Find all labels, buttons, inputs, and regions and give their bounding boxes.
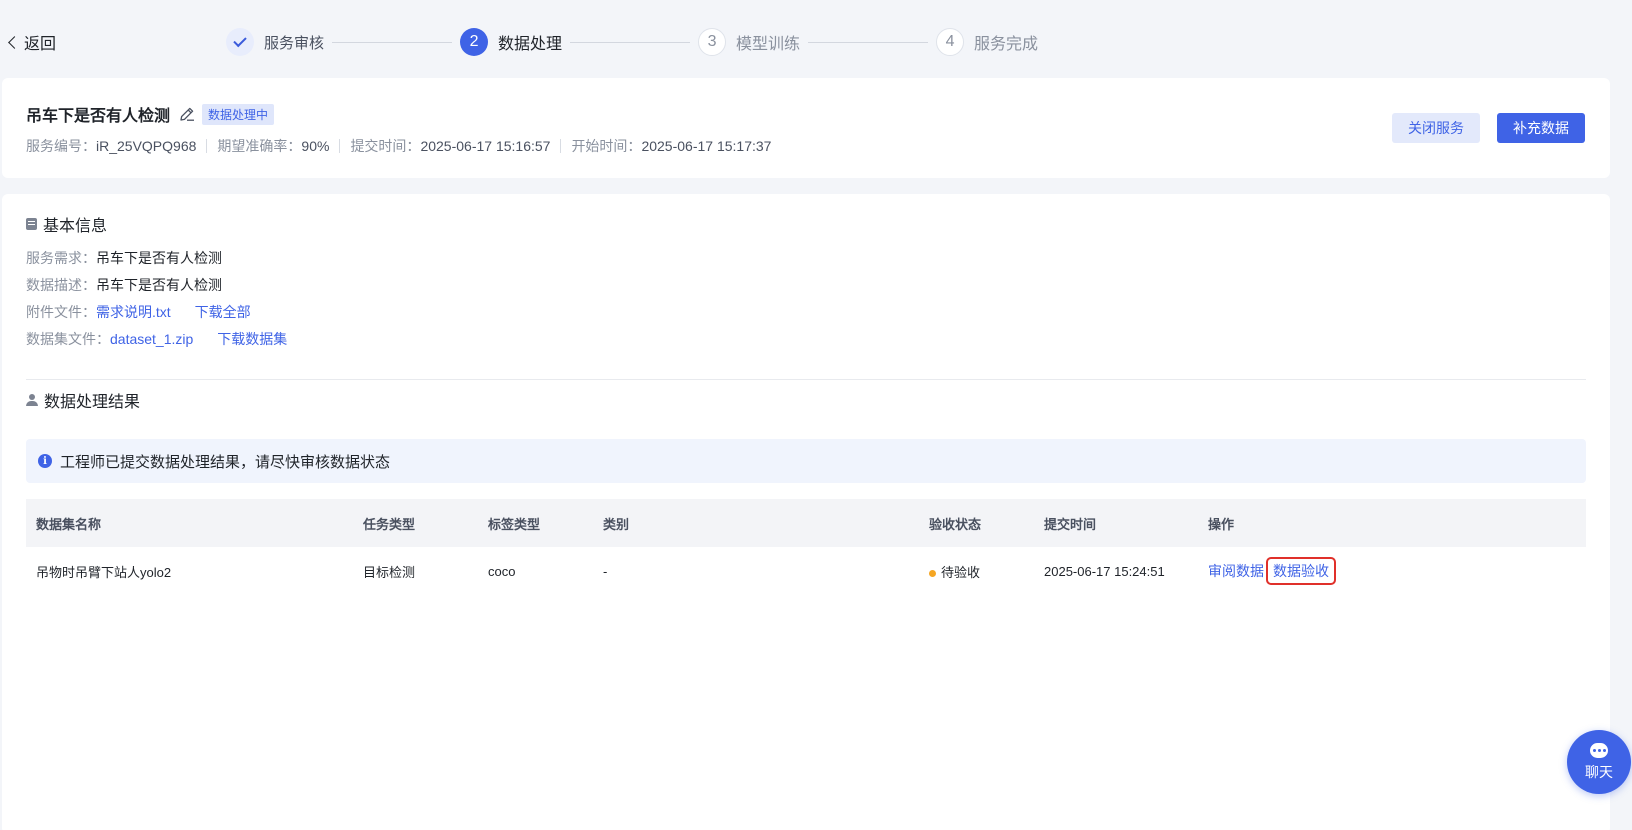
- result-heading: 数据处理结果: [26, 388, 140, 412]
- meta-start-time: 开始时间：2025-06-17 15:17:37: [571, 138, 772, 154]
- step-done-circle: [226, 28, 254, 56]
- step-number: 3: [698, 28, 727, 56]
- alert-text: 工程师已提交数据处理结果，请尽快审核数据状态: [60, 453, 391, 471]
- step-data-processing: 2 数据处理: [460, 28, 562, 56]
- step-connector: [332, 41, 453, 43]
- meta-accuracy: 期望准确率：90%: [217, 138, 330, 154]
- table-row: 吊物时吊臂下站人yolo2 目标检测 coco - 待验收 2025-06-17…: [26, 547, 1586, 595]
- meta-divider: [339, 139, 341, 153]
- title-row: 吊车下是否有人检测 数据处理中: [26, 102, 275, 126]
- dataset-row: 数据集文件： dataset_1.zip 下载数据集: [26, 329, 288, 349]
- pending-status-dot: [929, 569, 936, 577]
- service-requirement-row: 服务需求： 吊车下是否有人检测: [26, 250, 222, 266]
- attachment-file-link[interactable]: 需求说明.txt: [96, 302, 171, 322]
- chat-button[interactable]: 聊天: [1567, 730, 1631, 794]
- review-data-link[interactable]: 审阅数据: [1208, 561, 1264, 581]
- service-header-card: 吊车下是否有人检测 数据处理中 服务编号：iR_25VQPQ968 期望准确率：…: [2, 78, 1610, 178]
- chat-icon: [1590, 742, 1608, 758]
- step-label: 服务完成: [974, 36, 1039, 53]
- cell-category: -: [603, 563, 608, 579]
- attachment-row: 附件文件： 需求说明.txt 下载全部: [26, 302, 251, 322]
- basic-info-heading: 基本信息: [26, 212, 107, 236]
- progress-steps: 服务审核 2 数据处理 3 模型训练 4 服务完成: [226, 28, 1038, 56]
- service-title: 吊车下是否有人检测: [26, 108, 171, 125]
- info-icon: i: [38, 454, 52, 468]
- accept-data-link[interactable]: 数据验收: [1266, 557, 1336, 585]
- check-icon: [233, 33, 247, 48]
- data-description-row: 数据描述： 吊车下是否有人检测: [26, 277, 222, 293]
- meta-submit-time: 提交时间：2025-06-17 15:16:57: [350, 138, 551, 154]
- table-header: 数据集名称 任务类型 标签类型 类别 验收状态 提交时间 操作: [26, 499, 1586, 547]
- step-review: 服务审核: [226, 28, 324, 56]
- chat-label: 聊天: [1585, 763, 1613, 780]
- add-data-button[interactable]: 补充数据: [1497, 113, 1585, 143]
- step-number: 4: [936, 28, 965, 56]
- document-icon: [26, 218, 37, 230]
- download-all-link[interactable]: 下载全部: [195, 302, 251, 322]
- cell-task-type: 目标检测: [363, 564, 416, 580]
- cell-label-type: coco: [488, 563, 516, 579]
- column-header: 任务类型: [363, 516, 416, 532]
- column-header: 提交时间: [1044, 516, 1097, 532]
- download-dataset-link[interactable]: 下载数据集: [217, 329, 287, 349]
- cell-status: 待验收: [929, 562, 980, 581]
- step-service-complete: 4 服务完成: [936, 28, 1038, 56]
- page: 返回 服务审核 2 数据处理 3 模型训练 4 服务完成 吊车下是否有人检测 数…: [0, 0, 1632, 830]
- person-icon: [26, 394, 38, 406]
- meta-divider: [206, 139, 208, 153]
- meta-service-id: 服务编号：iR_25VQPQ968: [26, 138, 197, 154]
- result-table: 数据集名称 任务类型 标签类型 类别 验收状态 提交时间 操作 吊物时吊臂下站人…: [26, 499, 1586, 595]
- back-button[interactable]: 返回: [4, 30, 56, 54]
- step-label: 服务审核: [264, 34, 325, 52]
- top-bar: 返回 服务审核 2 数据处理 3 模型训练 4 服务完成: [0, 0, 1632, 78]
- meta-row: 服务编号：iR_25VQPQ968 期望准确率：90% 提交时间：2025-06…: [26, 136, 771, 156]
- close-service-button[interactable]: 关闭服务: [1392, 113, 1480, 143]
- step-label: 模型训练: [736, 36, 801, 53]
- meta-divider: [560, 139, 562, 153]
- section-divider: [26, 379, 1586, 380]
- info-alert: i 工程师已提交数据处理结果，请尽快审核数据状态: [26, 439, 1586, 483]
- step-label: 数据处理: [498, 36, 563, 53]
- main-card: 基本信息 服务需求： 吊车下是否有人检测 数据描述： 吊车下是否有人检测 附件文…: [2, 194, 1610, 830]
- step-model-training: 3 模型训练: [698, 28, 800, 56]
- column-header: 标签类型: [488, 516, 541, 532]
- column-header: 类别: [603, 516, 630, 532]
- dataset-file-link[interactable]: dataset_1.zip: [110, 331, 193, 347]
- step-number: 2: [460, 28, 489, 56]
- status-badge: 数据处理中: [202, 103, 275, 125]
- cell-dataset-name: 吊物时吊臂下站人yolo2: [36, 564, 172, 580]
- step-connector: [570, 41, 691, 43]
- column-header: 数据集名称: [36, 516, 102, 532]
- column-header: 操作: [1208, 516, 1235, 532]
- step-connector: [808, 41, 929, 43]
- cell-submitted-time: 2025-06-17 15:24:51: [1044, 563, 1165, 579]
- back-label: 返回: [24, 36, 57, 53]
- chevron-left-icon: [8, 35, 21, 49]
- column-header: 验收状态: [929, 516, 982, 532]
- edit-icon[interactable]: [178, 105, 196, 123]
